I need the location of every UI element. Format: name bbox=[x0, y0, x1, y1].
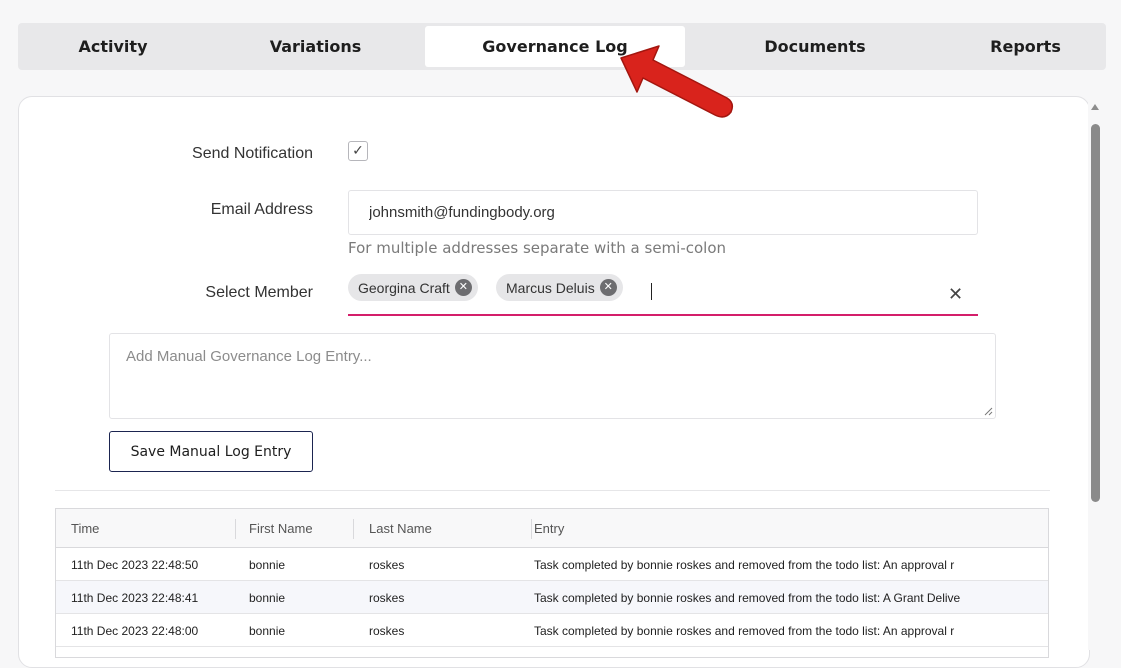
remove-chip-icon[interactable]: ✕ bbox=[599, 279, 617, 296]
remove-chip-icon[interactable]: ✕ bbox=[454, 279, 472, 296]
cell-first-name: bonnie bbox=[249, 591, 286, 605]
member-chip: Georgina Craft ✕ bbox=[348, 274, 478, 301]
send-notification-label: Send Notification bbox=[192, 145, 313, 162]
checkmark-icon: ✓ bbox=[352, 143, 364, 159]
select-member-field[interactable]: Georgina Craft ✕ Marcus Deluis ✕ ✕ bbox=[348, 270, 978, 316]
cell-time: 11th Dec 2023 22:48:50 bbox=[71, 558, 199, 572]
email-address-input[interactable] bbox=[348, 190, 978, 235]
cell-last-name: roskes bbox=[369, 558, 405, 572]
save-manual-log-entry-button[interactable]: Save Manual Log Entry bbox=[109, 431, 313, 472]
tab-activity[interactable]: Activity bbox=[18, 26, 208, 67]
send-notification-checkbox[interactable]: ✓ bbox=[348, 141, 368, 161]
email-address-label: Email Address bbox=[210, 201, 313, 218]
member-chip-label: Georgina Craft bbox=[358, 279, 450, 296]
cell-last-name: roskes bbox=[369, 591, 405, 605]
column-separator[interactable] bbox=[235, 519, 236, 539]
clear-members-icon[interactable]: ✕ bbox=[948, 286, 963, 304]
table-row[interactable]: 11th Dec 2023 22:48:00 bonnie roskes Tas… bbox=[56, 614, 1048, 647]
text-caret bbox=[651, 283, 652, 300]
member-chip: Marcus Deluis ✕ bbox=[496, 274, 623, 301]
governance-log-table: Time First Name Last Name Entry 11th Dec… bbox=[55, 508, 1049, 658]
cell-last-name: roskes bbox=[369, 624, 405, 638]
select-member-label: Select Member bbox=[205, 284, 313, 301]
cell-entry: Task completed by bonnie roskes and remo… bbox=[534, 591, 961, 605]
manual-log-entry-textarea[interactable] bbox=[109, 333, 996, 419]
scrollbar-thumb[interactable] bbox=[1091, 124, 1100, 502]
tab-bar: Activity Variations Governance Log Docum… bbox=[18, 23, 1106, 70]
cell-time: 11th Dec 2023 22:48:41 bbox=[71, 591, 199, 605]
tab-variations[interactable]: Variations bbox=[208, 26, 423, 67]
column-header-first-name[interactable]: First Name bbox=[249, 521, 313, 536]
column-header-entry[interactable]: Entry bbox=[534, 521, 564, 536]
column-header-time[interactable]: Time bbox=[71, 521, 99, 536]
section-divider bbox=[55, 490, 1050, 491]
scroll-up-arrow-icon[interactable] bbox=[1091, 104, 1099, 110]
column-separator[interactable] bbox=[353, 519, 354, 539]
table-row[interactable]: 11th Dec 2023 22:48:41 bonnie roskes Tas… bbox=[56, 581, 1048, 614]
table-header: Time First Name Last Name Entry bbox=[56, 509, 1048, 548]
cell-time: 11th Dec 2023 22:48:00 bbox=[71, 624, 199, 638]
cell-entry: Task completed by bonnie roskes and remo… bbox=[534, 558, 955, 572]
tab-reports[interactable]: Reports bbox=[945, 26, 1106, 67]
column-header-last-name[interactable]: Last Name bbox=[369, 521, 432, 536]
email-hint: For multiple addresses separate with a s… bbox=[348, 239, 727, 257]
cell-first-name: bonnie bbox=[249, 558, 286, 572]
red-pointer-arrow-icon bbox=[620, 45, 734, 118]
member-chip-label: Marcus Deluis bbox=[506, 279, 595, 296]
cell-entry: Task completed by bonnie roskes and remo… bbox=[534, 624, 955, 638]
table-row[interactable]: 11th Dec 2023 22:48:50 bonnie roskes Tas… bbox=[56, 548, 1048, 581]
column-separator[interactable] bbox=[531, 519, 532, 539]
cell-first-name: bonnie bbox=[249, 624, 286, 638]
resize-handle-icon[interactable] bbox=[983, 406, 993, 416]
